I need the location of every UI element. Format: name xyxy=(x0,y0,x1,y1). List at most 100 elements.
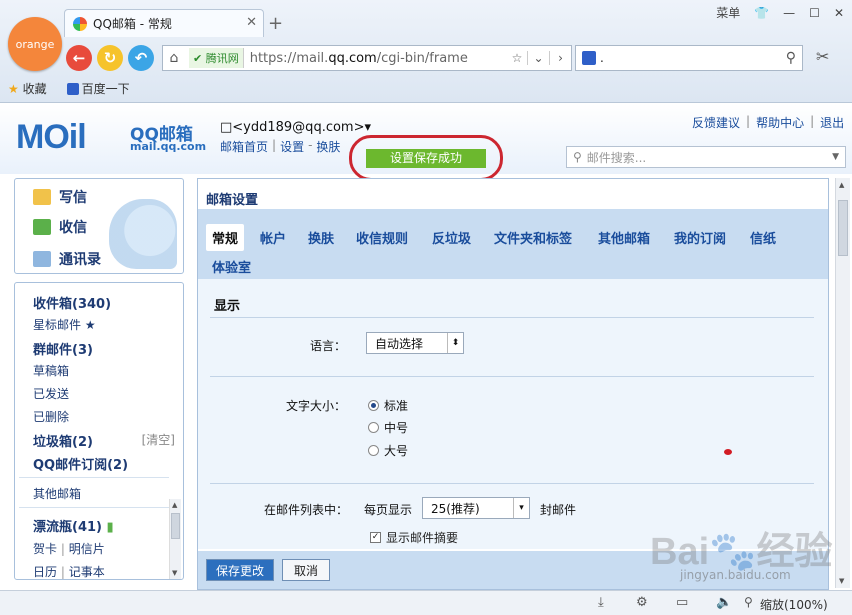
chevron-down-icon[interactable]: ▼ xyxy=(832,152,839,162)
scroll-thumb[interactable] xyxy=(838,200,848,256)
app-calendar[interactable]: 日历 xyxy=(33,565,57,579)
folder-group-mail[interactable]: 群邮件(3) xyxy=(33,339,93,358)
bookmark-favorites[interactable]: ★ 收藏 xyxy=(8,80,47,97)
show-summary-checkbox[interactable]: ✓ 显示邮件摘要 xyxy=(370,529,458,546)
nav-skin[interactable]: 换肤 xyxy=(316,138,340,155)
home-icon[interactable]: ⌂ xyxy=(163,50,185,66)
radio-label: 大号 xyxy=(384,444,409,458)
sidebar-scrollbar[interactable]: ▲ ▼ xyxy=(169,499,181,579)
speaker-icon[interactable]: 🔈 xyxy=(716,595,732,610)
minimize-icon[interactable]: — xyxy=(783,6,795,20)
save-changes-button[interactable]: 保存更改 xyxy=(206,559,274,581)
browser-search-input[interactable]: . xyxy=(600,51,604,65)
search-icon[interactable]: ⚲ xyxy=(786,50,796,66)
address-dropdown-icon[interactable]: ⌄ xyxy=(527,51,549,65)
download-icon xyxy=(33,219,51,235)
close-window-icon[interactable]: ✕ xyxy=(834,6,844,20)
browser-logo-badge[interactable]: orange xyxy=(8,17,62,71)
folder-other-mailbox[interactable]: 其他邮箱 xyxy=(33,485,81,502)
nav-settings[interactable]: 设置 xyxy=(280,138,304,155)
tab-receive-rules[interactable]: 收信规则 xyxy=(356,228,408,247)
font-size-label: 文字大小： xyxy=(285,399,346,413)
bookmarks-bar: ★ 收藏 百度一下 xyxy=(8,80,130,97)
tab-other-mailbox[interactable]: 其他邮箱 xyxy=(598,228,650,247)
tab-account[interactable]: 帐户 xyxy=(260,228,286,247)
per-page-select[interactable]: 25(推荐) ▾ xyxy=(422,497,530,519)
tab-skin[interactable]: 换肤 xyxy=(308,228,334,247)
tab-lab[interactable]: 体验室 xyxy=(212,257,251,276)
radio-label: 中号 xyxy=(384,421,409,435)
bookmark-baidu[interactable]: 百度一下 xyxy=(66,80,130,97)
drift-bottle-link[interactable]: 漂流瓶(41) ▮ xyxy=(33,516,114,535)
app-postcard[interactable]: 明信片 xyxy=(69,542,105,556)
compose-label: 写信 xyxy=(59,190,87,206)
tab-general[interactable]: 常规 xyxy=(206,224,245,251)
folder-qq-subscriptions[interactable]: QQ邮件订阅(2) xyxy=(33,454,128,473)
forward-chevron-icon[interactable]: › xyxy=(549,51,571,65)
logout-link[interactable]: 退出 xyxy=(820,114,844,131)
browser-tab[interactable]: QQ邮箱 - 常规 ✕ xyxy=(64,9,264,37)
nav-mail-home[interactable]: 邮箱首页 xyxy=(220,138,268,155)
folder-starred-label: 星标邮件 ★ xyxy=(33,318,96,332)
radio-unselected xyxy=(368,422,379,433)
download-icon[interactable]: ⤓ xyxy=(598,595,604,610)
tab-folders-labels[interactable]: 文件夹和标签 xyxy=(494,228,572,247)
folder-deleted[interactable]: 已删除 xyxy=(33,408,69,425)
window-icon[interactable]: ▭ xyxy=(676,595,688,610)
gear-icon[interactable]: ⚙ xyxy=(636,595,648,610)
scroll-thumb[interactable] xyxy=(171,513,180,539)
page-scrollbar[interactable]: ▲ ▼ xyxy=(835,178,850,588)
clear-spam-link[interactable]: [清空] xyxy=(142,431,175,448)
separator: | xyxy=(272,138,277,152)
address-bar[interactable]: ⌂ ✔ 腾讯网 https://mail.qq.com/cgi-bin/fram… xyxy=(162,45,572,71)
language-label: 语言： xyxy=(309,339,346,353)
receive-button[interactable]: 收信 xyxy=(33,217,87,237)
browser-status-bar: ⤓ ⚙ ▭ 🔈 ⚲ 缩放(100%) xyxy=(0,590,852,615)
new-tab-button[interactable]: + xyxy=(268,13,283,34)
folder-drafts[interactable]: 草稿箱 xyxy=(33,362,69,379)
contacts-button[interactable]: 通讯录 xyxy=(33,249,101,269)
scroll-up-icon[interactable]: ▲ xyxy=(839,181,844,189)
bookmark-star-icon[interactable]: ☆ xyxy=(507,51,527,65)
maximize-icon[interactable]: ☐ xyxy=(809,6,820,20)
mail-search-box[interactable]: ⚲ 邮件搜索... ▼ xyxy=(566,146,846,168)
tab-subscriptions[interactable]: 我的订阅 xyxy=(674,228,726,247)
folder-starred[interactable]: 星标邮件 ★ xyxy=(33,316,96,333)
language-select[interactable]: 自动选择 ⬍ xyxy=(366,332,464,354)
account-dropdown[interactable]: □<ydd189@qq.com>▾ xyxy=(220,120,371,135)
tab-stationery[interactable]: 信纸 xyxy=(750,228,776,247)
zoom-level[interactable]: 缩放(100%) xyxy=(760,596,828,613)
refresh-icon[interactable]: ↻ xyxy=(97,45,123,71)
mail-search-input[interactable]: 邮件搜索... xyxy=(587,149,646,166)
separator: | xyxy=(60,565,65,579)
compose-button[interactable]: 写信 xyxy=(33,187,87,207)
browser-search-box[interactable]: . ⚲ xyxy=(575,45,803,71)
scroll-down-icon[interactable]: ▼ xyxy=(172,569,177,577)
folder-inbox[interactable]: 收件箱(340) xyxy=(33,293,111,312)
undo-arrow-icon[interactable]: ↶ xyxy=(128,45,154,71)
feedback-link[interactable]: 反馈建议 xyxy=(692,114,740,131)
cancel-button[interactable]: 取消 xyxy=(282,559,330,581)
folder-spam[interactable]: 垃圾箱(2) xyxy=(33,431,93,450)
scissors-icon[interactable]: ✂ xyxy=(816,47,829,66)
skin-icon[interactable]: 👕 xyxy=(754,6,769,20)
scroll-up-icon[interactable]: ▲ xyxy=(172,501,177,509)
font-size-large[interactable]: 大号 xyxy=(368,442,408,459)
search-icon: ⚲ xyxy=(573,150,582,164)
back-arrow-icon[interactable]: ← xyxy=(66,45,92,71)
folder-sent[interactable]: 已发送 xyxy=(33,385,69,402)
url-text[interactable]: https://mail.qq.com/cgi-bin/frame xyxy=(250,51,507,66)
app-notepad[interactable]: 记事本 xyxy=(69,565,105,579)
mail-logo[interactable]: MOil xyxy=(16,118,87,157)
help-link[interactable]: 帮助中心 xyxy=(756,114,804,131)
settings-tabs: 常规 帐户 换肤 收信规则 反垃圾 文件夹和标签 其他邮箱 我的订阅 信纸 体验… xyxy=(198,209,828,279)
font-size-medium[interactable]: 中号 xyxy=(368,419,408,436)
tab-anti-spam[interactable]: 反垃圾 xyxy=(432,228,471,247)
menu-button[interactable]: 菜单 xyxy=(716,4,740,21)
contacts-label: 通讯录 xyxy=(59,252,101,268)
tab-close-icon[interactable]: ✕ xyxy=(246,15,257,30)
app-greeting-card[interactable]: 贺卡 xyxy=(33,542,57,556)
quick-actions-panel: 写信 收信 通讯录 xyxy=(14,178,184,274)
scroll-down-icon[interactable]: ▼ xyxy=(839,577,844,585)
font-size-standard[interactable]: 标准 xyxy=(368,397,408,414)
